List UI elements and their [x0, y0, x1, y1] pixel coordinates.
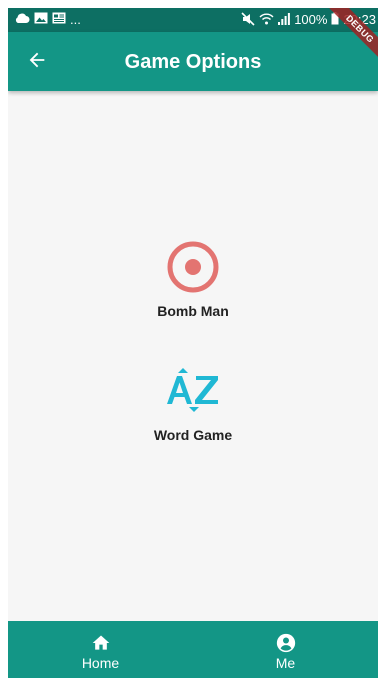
image-icon: [34, 11, 48, 29]
app-bar: Game Options: [8, 32, 378, 91]
back-button[interactable]: [24, 49, 50, 75]
nav-label-home: Home: [81, 655, 120, 671]
nav-item-home[interactable]: Home: [8, 621, 193, 678]
news-icon: [52, 11, 66, 29]
option-bomb-man[interactable]: Bomb Man: [8, 240, 378, 319]
bottom-navigation: Home Me: [8, 621, 378, 678]
option-label: Word Game: [153, 427, 233, 443]
home-icon: [91, 633, 111, 653]
more-notifications-text: ...: [70, 12, 81, 27]
nav-label-me: Me: [275, 655, 296, 671]
status-bar: ... 100% 20:23: [8, 8, 378, 32]
nav-item-me[interactable]: Me: [193, 621, 378, 678]
page-title: Game Options: [124, 51, 262, 73]
cloud-icon: [14, 11, 30, 29]
account-circle-icon: [276, 633, 296, 653]
status-notifications: ...: [14, 12, 81, 28]
option-word-game[interactable]: Word Game: [8, 364, 378, 443]
target-icon: [166, 240, 220, 299]
wifi-icon: [259, 13, 274, 28]
az-sort-icon: [164, 364, 222, 423]
app-screen: ... 100% 20:23 Game Options: [8, 8, 378, 678]
mute-icon: [241, 11, 255, 29]
arrow-left-icon: [26, 49, 48, 76]
battery-percent: 100%: [294, 12, 328, 27]
signal-icon: [278, 12, 291, 28]
option-label: Bomb Man: [157, 303, 229, 319]
